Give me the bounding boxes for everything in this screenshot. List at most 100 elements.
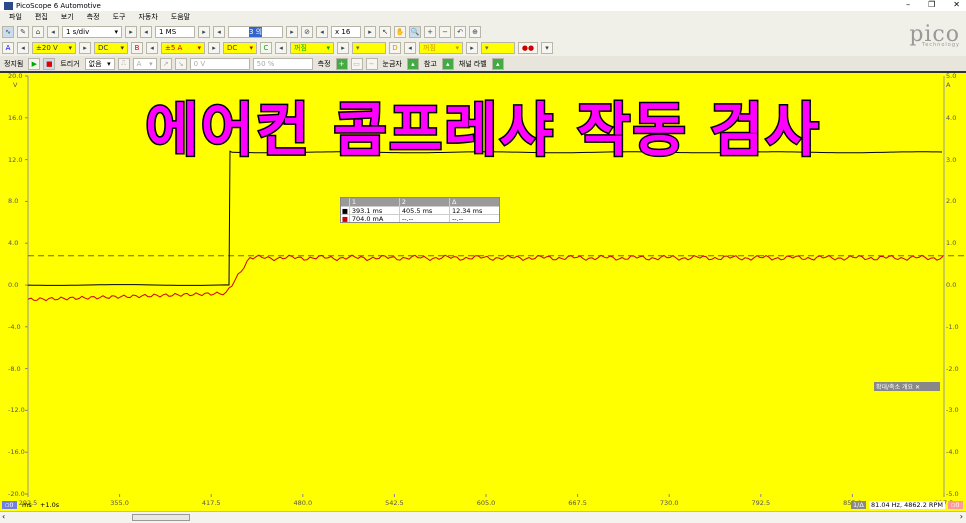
channel-b-offset-badge[interactable]: ▫0 — [948, 501, 963, 509]
zoom-overview-button[interactable]: 확대/축소 개요 ✕ — [874, 382, 940, 391]
scope-mode-icon[interactable]: ∿ — [2, 25, 14, 38]
menu-tools[interactable]: 도구 — [113, 12, 126, 22]
window-title: PicoScope 6 Automotive — [16, 1, 101, 10]
chd-range-select[interactable]: 꺼짐 ▾ — [419, 41, 463, 54]
chd-range-next[interactable]: ▸ — [466, 41, 478, 54]
chd-range: 꺼짐 — [423, 43, 436, 52]
rulers-toggle[interactable]: ▴ — [406, 57, 419, 70]
menu-measure[interactable]: 측정 — [87, 12, 100, 22]
channel-labels-toggle[interactable]: ▴ — [491, 57, 504, 70]
y-tick-label-left: -12.0 — [8, 406, 25, 415]
chc-range-select[interactable]: 꺼짐 ▾ — [290, 41, 334, 54]
scroll-right-arrow[interactable]: › — [960, 512, 963, 521]
reference-label: 참고 — [423, 59, 437, 68]
rising-edge-icon[interactable]: ↗ — [159, 57, 172, 70]
y-tick-label-right: -5.0 — [946, 490, 959, 498]
timebase-select[interactable]: 1 s/div ▾ — [62, 25, 122, 38]
cha-range-next[interactable]: ▸ — [79, 41, 91, 54]
channel-b-button[interactable]: B — [131, 41, 143, 54]
samples-select[interactable]: 1 MS — [155, 25, 195, 38]
cha-coupling-select[interactable]: DC ▾ — [94, 41, 128, 54]
menu-file[interactable]: 파일 — [9, 12, 22, 22]
trigger-channel-select[interactable]: A ▾ — [132, 57, 157, 70]
channel-d-button[interactable]: D — [389, 41, 401, 54]
undo-zoom-icon[interactable]: ↶ — [454, 25, 466, 38]
samples-prev[interactable]: ◂ — [140, 25, 152, 38]
menu-automotive[interactable]: 자동차 — [138, 12, 157, 22]
chb-range-prev[interactable]: ◂ — [146, 41, 158, 54]
title-bar: PicoScope 6 Automotive – ❐ ✕ — [0, 0, 966, 11]
zoom-region-icon[interactable]: 🔍 — [409, 25, 421, 38]
zoom-out-icon[interactable]: − — [439, 25, 451, 38]
chd-coupling-select[interactable]: ▾ — [481, 41, 515, 54]
falling-edge-icon[interactable]: ↘ — [174, 57, 187, 70]
channel-c-button[interactable]: C — [260, 41, 272, 54]
frequency-value: 81.04 Hz — [871, 501, 900, 509]
no-entry-icon[interactable]: ⊘ — [301, 25, 313, 38]
horizontal-scrollbar[interactable]: ‹ › — [0, 511, 966, 523]
trigger-level[interactable]: 0 V — [189, 57, 250, 70]
capture-prev[interactable]: ◂ — [213, 25, 225, 38]
zoom-in-icon[interactable]: + — [424, 25, 436, 38]
y-tick-label-right: 0.0 — [946, 281, 957, 289]
maximize-button[interactable]: ❐ — [928, 0, 935, 9]
channel-colors-icon[interactable]: ●● — [518, 41, 538, 54]
add-measure-button[interactable]: + — [335, 57, 348, 70]
rulers-table[interactable]: 1 2 Δ ■ 393.1 ms 405.5 ms 12.34 ms ■ 704… — [340, 197, 500, 223]
menu-help[interactable]: 도움말 — [171, 12, 190, 22]
home-icon[interactable]: ⌂ — [32, 25, 44, 38]
edit-measure-button[interactable]: ▭ — [350, 57, 363, 70]
minimize-button[interactable]: – — [906, 0, 910, 9]
timebase-prev[interactable]: ◂ — [47, 25, 59, 38]
probe-icon[interactable]: ✎ — [17, 25, 29, 38]
trigger-mode-select[interactable]: 없음 ▾ — [84, 57, 115, 70]
frequency-readout: 81.04 Hz, 4862.2 RPM — [869, 501, 945, 509]
channel-b-trace — [27, 254, 944, 302]
hand-icon[interactable]: ✋ — [394, 25, 406, 38]
scroll-thumb[interactable] — [132, 514, 190, 521]
zoom-prev[interactable]: ◂ — [316, 25, 328, 38]
scroll-left-arrow[interactable]: ‹ — [2, 512, 5, 521]
samples-next[interactable]: ▸ — [198, 25, 210, 38]
y-tick-label-left: -8.0 — [8, 364, 21, 373]
trigger-type-icon[interactable]: ⎍ — [117, 57, 130, 70]
reference-toggle[interactable]: ▴ — [441, 57, 454, 70]
pretrigger[interactable]: 50 % — [252, 57, 313, 70]
capture-count[interactable]: 3 의 — [228, 25, 283, 38]
chb-range-next[interactable]: ▸ — [208, 41, 220, 54]
remove-measure-button[interactable]: − — [365, 57, 378, 70]
chc-coupling-select[interactable]: ▾ — [352, 41, 386, 54]
channel-a-offset-badge[interactable]: ▫0 — [2, 501, 17, 509]
ruler-header-1: 1 — [348, 198, 399, 206]
capture-next[interactable]: ▸ — [286, 25, 298, 38]
cha-range-prev[interactable]: ◂ — [17, 41, 29, 54]
channel-a-marker: ■ — [341, 206, 348, 215]
run-button[interactable]: ▶ — [28, 57, 41, 70]
cha-range-select[interactable]: ±20 V ▾ — [32, 41, 76, 54]
chd-range-prev[interactable]: ◂ — [404, 41, 416, 54]
scope-view[interactable]: 20.0 5.0 16.0 4.0 12.0 3.0 8.0 2.0 4.0 1.0 0.0 0.0-… — [0, 71, 966, 511]
y-tick-label-right: -1.0 — [946, 322, 959, 331]
chc-range-prev[interactable]: ◂ — [275, 41, 287, 54]
zoom-factor[interactable]: x 16 — [331, 25, 361, 38]
chb-range-select[interactable]: ±5 A ▾ — [161, 41, 205, 54]
app-icon — [4, 1, 13, 10]
chc-range-next[interactable]: ▸ — [337, 41, 349, 54]
zoom-next[interactable]: ▸ — [364, 25, 376, 38]
menu-edit[interactable]: 편집 — [35, 12, 48, 22]
menu-view[interactable]: 보기 — [61, 12, 74, 22]
ruler-b-2: --.-- — [398, 215, 449, 223]
y-tick-label-right: -3.0 — [946, 406, 959, 415]
channels-menu-icon[interactable]: ▾ — [541, 41, 553, 54]
toolbar-channels: A ◂ ±20 V ▾ ▸ DC ▾ B ◂ ±5 A ▾ ▸ DC ▾ C ◂ 꺼짐 ▾… — [0, 40, 966, 55]
timebase-next[interactable]: ▸ — [125, 25, 137, 38]
y-tick-label-left: 0.0 — [8, 281, 19, 289]
chb-coupling-select[interactable]: DC ▾ — [223, 41, 257, 54]
zoom-fit-icon[interactable]: ⊕ — [469, 25, 481, 38]
y-tick-label-right: 5.0 — [946, 72, 957, 80]
close-button[interactable]: ✕ — [953, 0, 960, 9]
channel-a-button[interactable]: A — [2, 41, 14, 54]
pointer-icon[interactable]: ↖ — [379, 25, 391, 38]
measure-label: 측정 — [317, 59, 331, 68]
stop-button[interactable]: ■ — [43, 57, 56, 70]
